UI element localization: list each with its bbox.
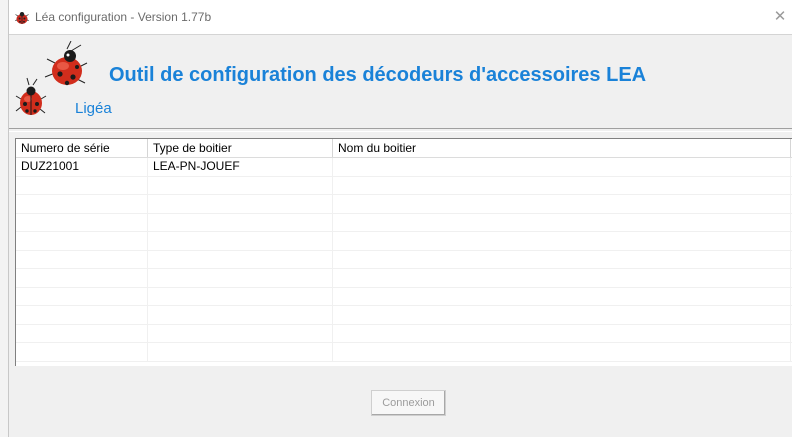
- cell-type: [148, 306, 333, 324]
- cell-name: [333, 213, 791, 231]
- cell-name: [333, 195, 791, 213]
- cell-serial: [16, 195, 148, 213]
- table-row[interactable]: [16, 250, 792, 269]
- cell-name: [333, 324, 791, 342]
- table-row[interactable]: [16, 232, 792, 251]
- table-header: Numero de série Type de boitier Nom du b…: [16, 139, 792, 158]
- table-row[interactable]: [16, 213, 792, 232]
- cell-name: [333, 269, 791, 287]
- header-divider: [9, 128, 792, 132]
- cell-serial: [16, 250, 148, 268]
- connect-button[interactable]: Connexion: [371, 390, 446, 416]
- cell-type: [148, 269, 333, 287]
- cell-name: [333, 176, 791, 194]
- title-bar: Léa configuration - Version 1.77b ✕: [9, 0, 792, 34]
- cell-name: [333, 158, 791, 176]
- cell-serial: [16, 306, 148, 324]
- close-button[interactable]: ✕: [752, 0, 792, 34]
- cell-name: [333, 306, 791, 324]
- page-title: Outil de configuration des décodeurs d'a…: [109, 64, 647, 86]
- cell-type: [148, 343, 333, 361]
- cell-type: [148, 195, 333, 213]
- table-row[interactable]: DUZ21001 LEA-PN-JOUEF: [16, 158, 792, 177]
- close-icon: ✕: [773, 8, 787, 25]
- table-row[interactable]: [16, 287, 792, 306]
- column-header-serial[interactable]: Numero de série: [16, 139, 148, 157]
- cell-serial: [16, 343, 148, 361]
- cell-serial: [16, 269, 148, 287]
- window-title: Léa configuration - Version 1.77b: [35, 10, 212, 24]
- cell-type: [148, 250, 333, 268]
- cell-serial: [16, 324, 148, 342]
- app-header: Outil de configuration des décodeurs d'a…: [9, 35, 792, 128]
- table-row[interactable]: [16, 176, 792, 195]
- cell-serial: [16, 287, 148, 305]
- cell-type: LEA-PN-JOUEF: [148, 158, 333, 176]
- brand-label: Ligéa: [75, 100, 112, 117]
- cell-name: [333, 250, 791, 268]
- cell-name: [333, 343, 791, 361]
- table-row[interactable]: [16, 269, 792, 288]
- app-window: Léa configuration - Version 1.77b ✕ Outi…: [8, 0, 792, 437]
- table-row[interactable]: [16, 343, 792, 362]
- ladybug-icon: [15, 12, 29, 24]
- column-header-type[interactable]: Type de boitier: [148, 139, 333, 157]
- cell-type: [148, 176, 333, 194]
- cell-name: [333, 232, 791, 250]
- cell-serial: [16, 232, 148, 250]
- column-header-name[interactable]: Nom du boitier: [333, 139, 791, 157]
- cell-serial: DUZ21001: [16, 158, 148, 176]
- cell-type: [148, 213, 333, 231]
- table-row[interactable]: [16, 324, 792, 343]
- cell-serial: [16, 213, 148, 231]
- cell-serial: [16, 176, 148, 194]
- table-body: DUZ21001 LEA-PN-JOUEF: [16, 158, 792, 362]
- cell-name: [333, 287, 791, 305]
- cell-type: [148, 324, 333, 342]
- table-row[interactable]: [16, 306, 792, 325]
- cell-type: [148, 287, 333, 305]
- device-list[interactable]: Numero de série Type de boitier Nom du b…: [15, 138, 792, 366]
- cell-type: [148, 232, 333, 250]
- table-row[interactable]: [16, 195, 792, 214]
